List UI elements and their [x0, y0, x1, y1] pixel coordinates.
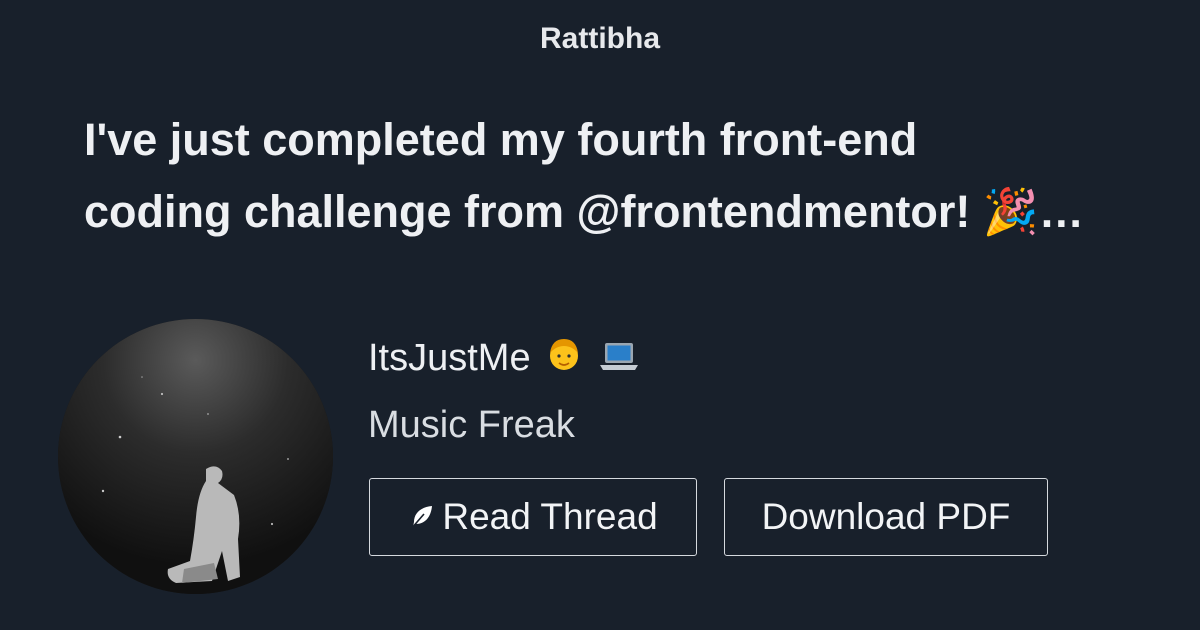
read-thread-button[interactable]: Read Thread — [369, 478, 697, 556]
read-thread-label: Read Thread — [442, 496, 658, 537]
brand-title: Rattibha — [540, 22, 660, 55]
avatar-photo — [58, 319, 333, 594]
laptop-emoji-icon — [598, 336, 640, 384]
author-name: ItsJustMe — [368, 334, 640, 385]
author-name-text: ItsJustMe — [368, 337, 531, 379]
feather-icon — [408, 503, 436, 531]
thread-headline: I've just completed my fourth front-end … — [84, 104, 1144, 248]
download-pdf-button[interactable]: Download PDF — [724, 478, 1048, 556]
person-emoji-icon — [547, 335, 581, 385]
author-bio: Music Freak — [368, 404, 575, 446]
download-pdf-label: Download PDF — [761, 496, 1011, 537]
thread-headline-line-2: coding challenge from @frontendmentor! 🎉… — [84, 186, 1084, 237]
avatar — [58, 319, 333, 594]
thread-headline-line-1: I've just completed my fourth front-end — [84, 114, 918, 165]
